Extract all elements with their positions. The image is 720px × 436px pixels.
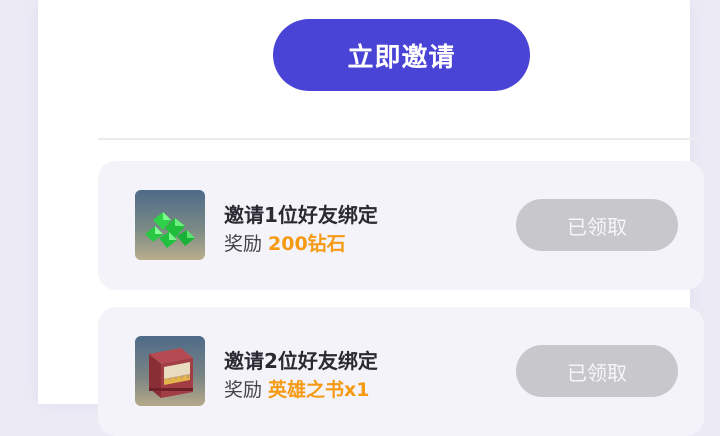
reward-value: 200钻石 — [268, 233, 346, 255]
task-reward: 奖励 英雄之书x1 — [224, 375, 370, 402]
reward-label: 奖励 — [224, 233, 263, 255]
reward-value: 英雄之书x1 — [268, 379, 370, 401]
task-reward: 奖励 200钻石 — [224, 229, 346, 256]
task-title: 邀请1位好友绑定 — [224, 203, 378, 227]
task-item: 邀请2位好友绑定 奖励 英雄之书x1 已领取 — [98, 307, 704, 436]
invite-panel: 立即邀请 邀请1位好友绑定 奖励 200钻石 已领取 邀请2位好友绑定 奖励 英… — [38, 0, 704, 436]
claimed-button[interactable]: 已领取 — [516, 345, 678, 397]
divider — [98, 138, 704, 140]
green-gems-icon — [135, 190, 205, 260]
invite-now-button[interactable]: 立即邀请 — [273, 19, 530, 91]
hero-book-icon — [135, 336, 205, 406]
claimed-button[interactable]: 已领取 — [516, 199, 678, 251]
task-title: 邀请2位好友绑定 — [224, 349, 378, 373]
reward-label: 奖励 — [224, 379, 263, 401]
task-item: 邀请1位好友绑定 奖励 200钻石 已领取 — [98, 161, 704, 290]
